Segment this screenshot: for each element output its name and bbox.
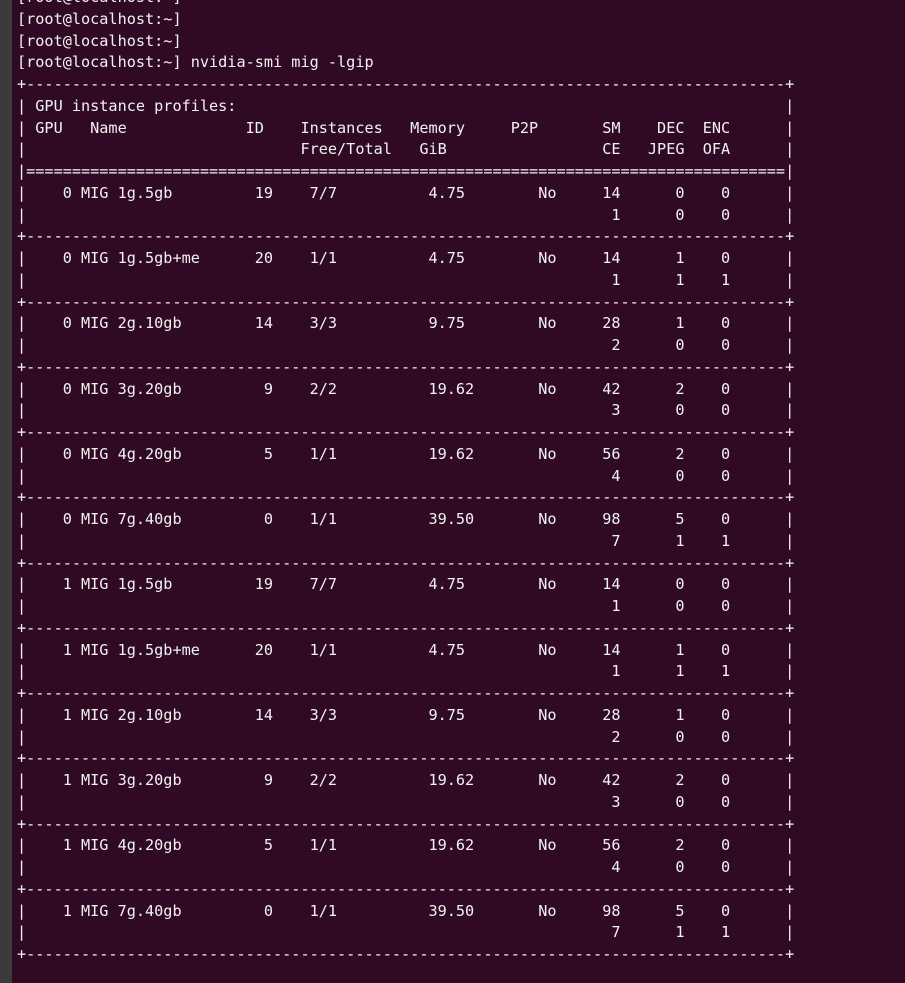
table-row-subline: | 2 0 0 | bbox=[17, 336, 795, 354]
table-row-subline: | 1 0 0 | bbox=[17, 205, 795, 224]
table-row-border: +---------------------------------------… bbox=[17, 684, 795, 702]
table-row-subline: | 3 0 0 | bbox=[17, 401, 795, 420]
table-row-border: +---------------------------------------… bbox=[17, 357, 795, 376]
prompt-line: [root@localhost:~] bbox=[17, 9, 182, 28]
table-row: | 1 MIG 4g.20gb 5 1/1 19.62 No 56 2 0 | bbox=[17, 836, 795, 855]
table-row: | 0 MIG 3g.20gb 9 2/2 19.62 No 42 2 0 | bbox=[17, 379, 795, 398]
table-row: | 1 MIG 2g.10gb 14 3/3 9.75 No 28 1 0 | bbox=[17, 705, 795, 724]
table-row-subline: | 7 1 1 | bbox=[17, 923, 795, 942]
table-row: | 1 MIG 1g.5gb+me 20 1/1 4.75 No 14 1 0 … bbox=[17, 640, 795, 659]
table-row-subline: | 7 1 1 | bbox=[17, 531, 795, 550]
prompt-line: [root@localhost:~] nvidia-smi mig -lgip bbox=[17, 53, 374, 72]
terminal-window[interactable]: [root@localhost:~] [root@localhost:~] [roo… bbox=[0, 0, 905, 983]
table-row-border: +---------------------------------------… bbox=[17, 488, 795, 507]
table-row: | 0 MIG 4g.20gb 5 1/1 19.62 No 56 2 0 | bbox=[17, 444, 795, 463]
table-row: | 1 MIG 1g.5gb 19 7/7 4.75 No 14 0 0 | bbox=[17, 575, 795, 594]
table-border-top: +---------------------------------------… bbox=[17, 75, 795, 93]
table-row-subline: | 1 0 0 | bbox=[17, 597, 795, 615]
table-row-border: +---------------------------------------… bbox=[17, 879, 795, 898]
prompt-line: [root@localhost:~] bbox=[17, 0, 794, 9]
table-row-border: +---------------------------------------… bbox=[17, 749, 795, 768]
table-row-subline: | 2 0 0 | bbox=[17, 727, 795, 746]
table-header-row: | GPU Name ID Instances Memory P2P SM DE… bbox=[17, 118, 795, 137]
table-row: | 0 MIG 7g.40gb 0 1/1 39.50 No 98 5 0 | bbox=[17, 510, 795, 528]
prompt-line: [root@localhost:~] bbox=[17, 31, 182, 50]
table-row-border: +---------------------------------------… bbox=[17, 423, 795, 441]
table-row-subline: | 4 0 0 | bbox=[17, 466, 795, 485]
table-row-border: +---------------------------------------… bbox=[17, 945, 795, 963]
table-row-border: +---------------------------------------… bbox=[17, 227, 795, 246]
table-row: | 1 MIG 3g.20gb 9 2/2 19.62 No 42 2 0 | bbox=[17, 771, 795, 789]
table-row-border: +---------------------------------------… bbox=[17, 814, 795, 833]
table-header-subrow: | Free/Total GiB CE JPEG OFA | bbox=[17, 140, 795, 159]
table-row-border: +---------------------------------------… bbox=[17, 292, 795, 311]
table-row-border: +---------------------------------------… bbox=[17, 618, 795, 637]
table-row-subline: | 4 0 0 | bbox=[17, 858, 795, 876]
table-row: | 0 MIG 2g.10gb 14 3/3 9.75 No 28 1 0 | bbox=[17, 314, 795, 333]
table-row-border: +---------------------------------------… bbox=[17, 553, 795, 572]
table-row: | 1 MIG 7g.40gb 0 1/1 39.50 No 98 5 0 | bbox=[17, 901, 795, 920]
table-row: | 0 MIG 1g.5gb 19 7/7 4.75 No 14 0 0 | bbox=[17, 183, 795, 202]
table-header-divider: |=======================================… bbox=[17, 162, 795, 180]
table-row: | 0 MIG 1g.5gb+me 20 1/1 4.75 No 14 1 0 … bbox=[17, 249, 795, 267]
terminal-output: [root@localhost:~] [root@localhost:~] [roo… bbox=[17, 0, 794, 966]
window-left-edge bbox=[0, 0, 12, 983]
table-row-subline: | 1 1 1 | bbox=[17, 662, 795, 681]
table-row-subline: | 1 1 1 | bbox=[17, 270, 795, 289]
table-title: | GPU instance profiles: | bbox=[17, 96, 795, 115]
table-row-subline: | 3 0 0 | bbox=[17, 792, 795, 811]
